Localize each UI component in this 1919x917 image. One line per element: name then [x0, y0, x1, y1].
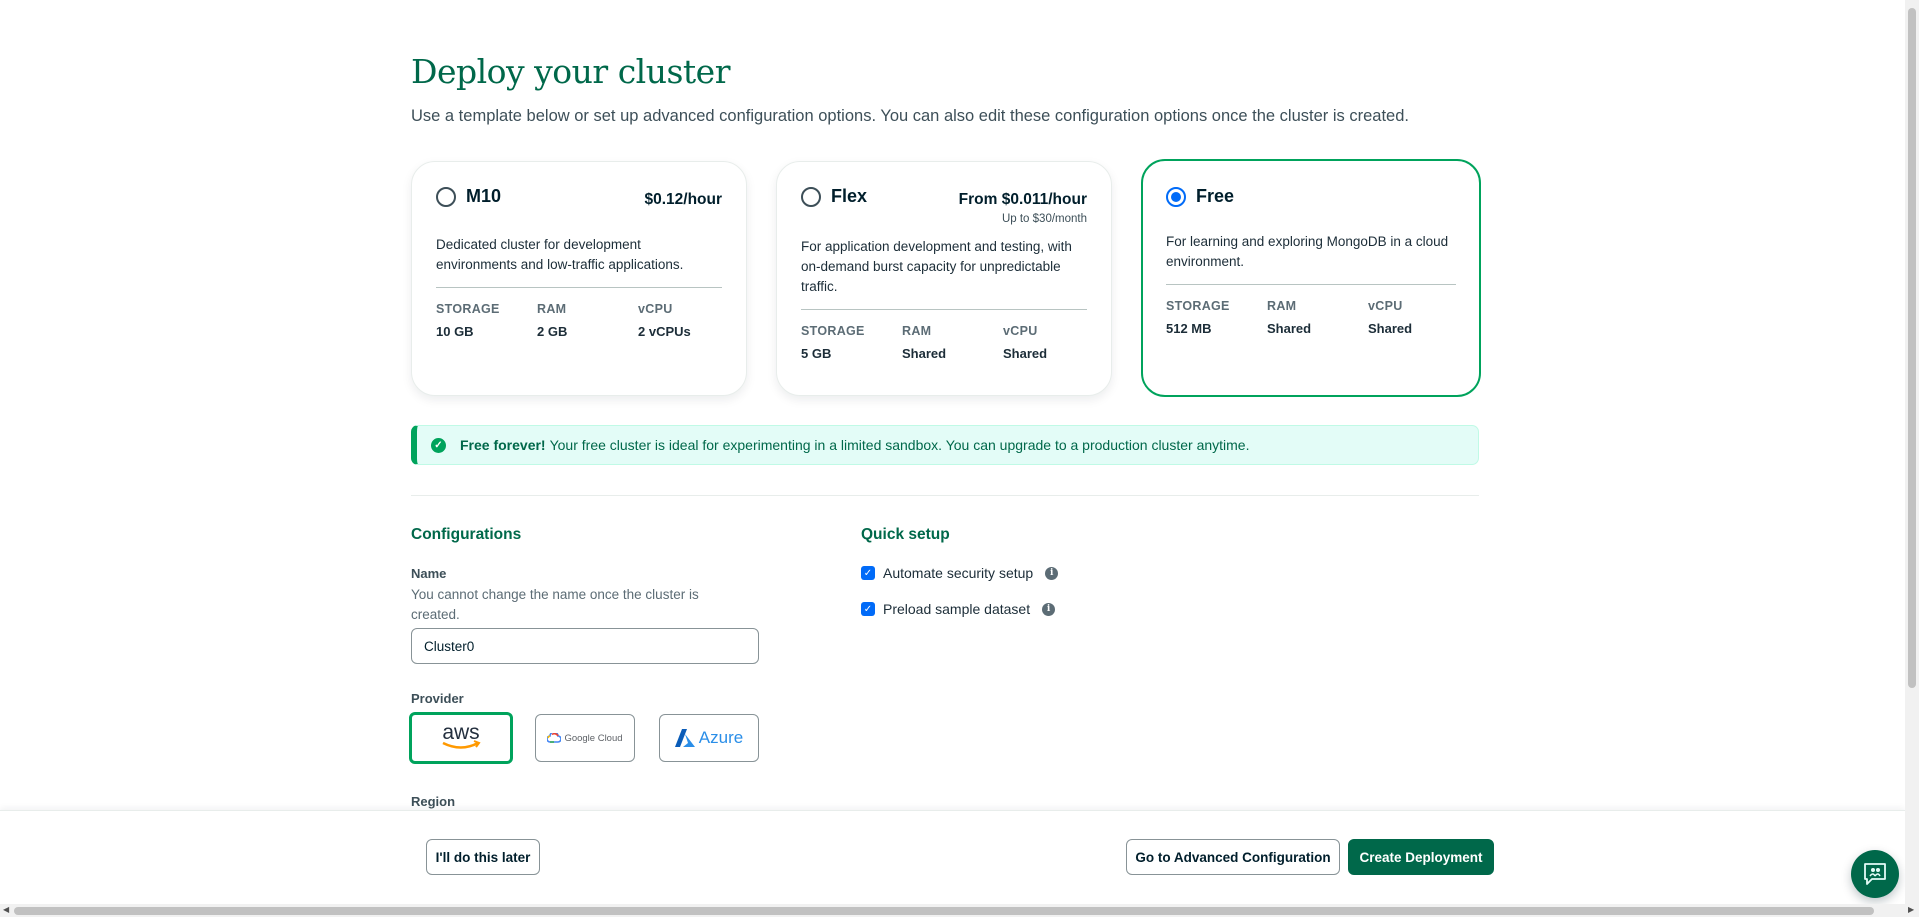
region-label: Region	[411, 794, 456, 809]
aws-logo-icon: aws	[442, 722, 481, 749]
tier-description: For learning and exploring MongoDB in a …	[1166, 234, 1449, 269]
preload-sample-checkbox[interactable]: ✓	[861, 602, 875, 616]
divider	[436, 287, 722, 288]
preload-sample-option[interactable]: ✓ Preload sample dataset i	[861, 601, 1056, 617]
spec-label-ram: RAM	[1267, 299, 1297, 313]
radio-m10[interactable]	[436, 186, 456, 207]
automate-security-checkbox[interactable]: ✓	[861, 566, 875, 580]
quick-setup-title: Quick setup	[861, 526, 950, 543]
scroll-right-icon[interactable]: ▶	[1908, 905, 1914, 914]
spec-value-ram: Shared	[902, 346, 947, 361]
google-cloud-icon	[547, 733, 562, 743]
create-deployment-button[interactable]: Create Deployment	[1348, 839, 1494, 875]
tier-description: Dedicated cluster for development enviro…	[436, 237, 684, 272]
spec-value-storage: 512 MB	[1166, 321, 1212, 336]
advanced-config-button[interactable]: Go to Advanced Configuration	[1126, 839, 1340, 875]
spec-label-vcpu: vCPU	[1368, 299, 1403, 313]
radio-free[interactable]	[1166, 186, 1186, 207]
tier-description: For application development and testing,…	[801, 239, 1072, 294]
aws-logo-text: aws	[442, 722, 479, 744]
info-icon[interactable]: i	[1045, 566, 1059, 580]
automate-security-label: Automate security setup	[883, 565, 1034, 581]
tier-price: From $0.011/hour	[958, 191, 1087, 208]
info-icon[interactable]: i	[1042, 602, 1056, 616]
provider-azure-button[interactable]: Azure	[659, 714, 759, 762]
tier-price-cap: Up to $30/month	[1001, 213, 1087, 225]
name-label: Name	[411, 566, 447, 581]
spec-label-ram: RAM	[902, 324, 932, 338]
name-help-text: You cannot change the name once the clus…	[411, 587, 699, 622]
tier-specs: STORAGE RAM vCPU 5 GB Shared Shared	[801, 324, 1087, 361]
chat-support-button[interactable]	[1851, 850, 1899, 898]
spec-value-vcpu: Shared	[1368, 321, 1413, 336]
spec-value-ram: Shared	[1267, 321, 1312, 336]
provider-label: Provider	[411, 691, 464, 706]
scroll-left-icon[interactable]: ◀	[3, 905, 9, 914]
tier-card-m10[interactable]: M10 $0.12/hour Dedicated cluster for dev…	[411, 161, 747, 396]
preload-sample-label: Preload sample dataset	[883, 601, 1031, 617]
spec-label-ram: RAM	[537, 302, 567, 316]
spec-label-storage: STORAGE	[801, 324, 865, 338]
tier-name: Flex	[831, 186, 868, 206]
tier-specs: STORAGE RAM vCPU 512 MB Shared Shared	[1166, 299, 1456, 336]
spec-label-storage: STORAGE	[436, 302, 500, 316]
tier-card-free[interactable]: Free For learning and exploring MongoDB …	[1141, 159, 1481, 397]
tier-name: M10	[466, 186, 502, 206]
free-forever-banner: ✓ Free forever! Your free cluster is ide…	[411, 425, 1479, 465]
radio-flex[interactable]	[801, 186, 821, 207]
do-later-button[interactable]: I'll do this later	[426, 839, 540, 875]
provider-google-cloud-button[interactable]: Google Cloud	[535, 714, 635, 762]
azure-label: Azure	[698, 728, 744, 747]
page-title: Deploy your cluster	[411, 52, 731, 91]
provider-aws-button[interactable]: aws	[409, 712, 513, 764]
spec-label-storage: STORAGE	[1166, 299, 1230, 313]
spec-value-storage: 5 GB	[801, 346, 832, 361]
page-subtitle: Use a template below or set up advanced …	[411, 107, 1409, 125]
vertical-scroll-thumb[interactable]	[1908, 8, 1916, 688]
configurations-title: Configurations	[411, 526, 522, 543]
cluster-name-input[interactable]	[411, 628, 759, 664]
section-divider	[411, 495, 1479, 496]
spec-label-vcpu: vCPU	[638, 302, 673, 316]
banner-bold: Free forever!	[460, 437, 546, 453]
tier-card-flex[interactable]: Flex From $0.011/hour Up to $30/month Fo…	[776, 161, 1112, 396]
tier-name: Free	[1196, 186, 1235, 206]
horizontal-scrollbar[interactable]: ◀ ▶	[0, 904, 1919, 917]
spec-value-vcpu: Shared	[1003, 346, 1048, 361]
google-cloud-label: Google Cloud	[564, 732, 623, 744]
spec-label-vcpu: vCPU	[1003, 324, 1038, 338]
automate-security-option[interactable]: ✓ Automate security setup i	[861, 565, 1059, 581]
divider	[1166, 284, 1456, 285]
spec-value-storage: 10 GB	[436, 324, 474, 339]
divider	[801, 309, 1087, 310]
chat-icon	[1864, 863, 1886, 885]
horizontal-scroll-thumb[interactable]	[14, 907, 1874, 915]
banner-text: Your free cluster is ideal for experimen…	[549, 437, 1250, 453]
spec-value-vcpu: 2 vCPUs	[638, 324, 691, 339]
azure-logo-icon	[674, 729, 695, 747]
tier-specs: STORAGE RAM vCPU 10 GB 2 GB 2 vCPUs	[436, 302, 722, 339]
spec-value-ram: 2 GB	[537, 324, 568, 339]
page-content: Deploy your cluster Use a template below…	[0, 0, 1890, 810]
vertical-scrollbar[interactable]	[1905, 0, 1919, 904]
check-circle-icon: ✓	[431, 437, 446, 453]
tier-price: $0.12/hour	[644, 191, 722, 208]
footer-bar: I'll do this later Go to Advanced Config…	[0, 810, 1905, 905]
